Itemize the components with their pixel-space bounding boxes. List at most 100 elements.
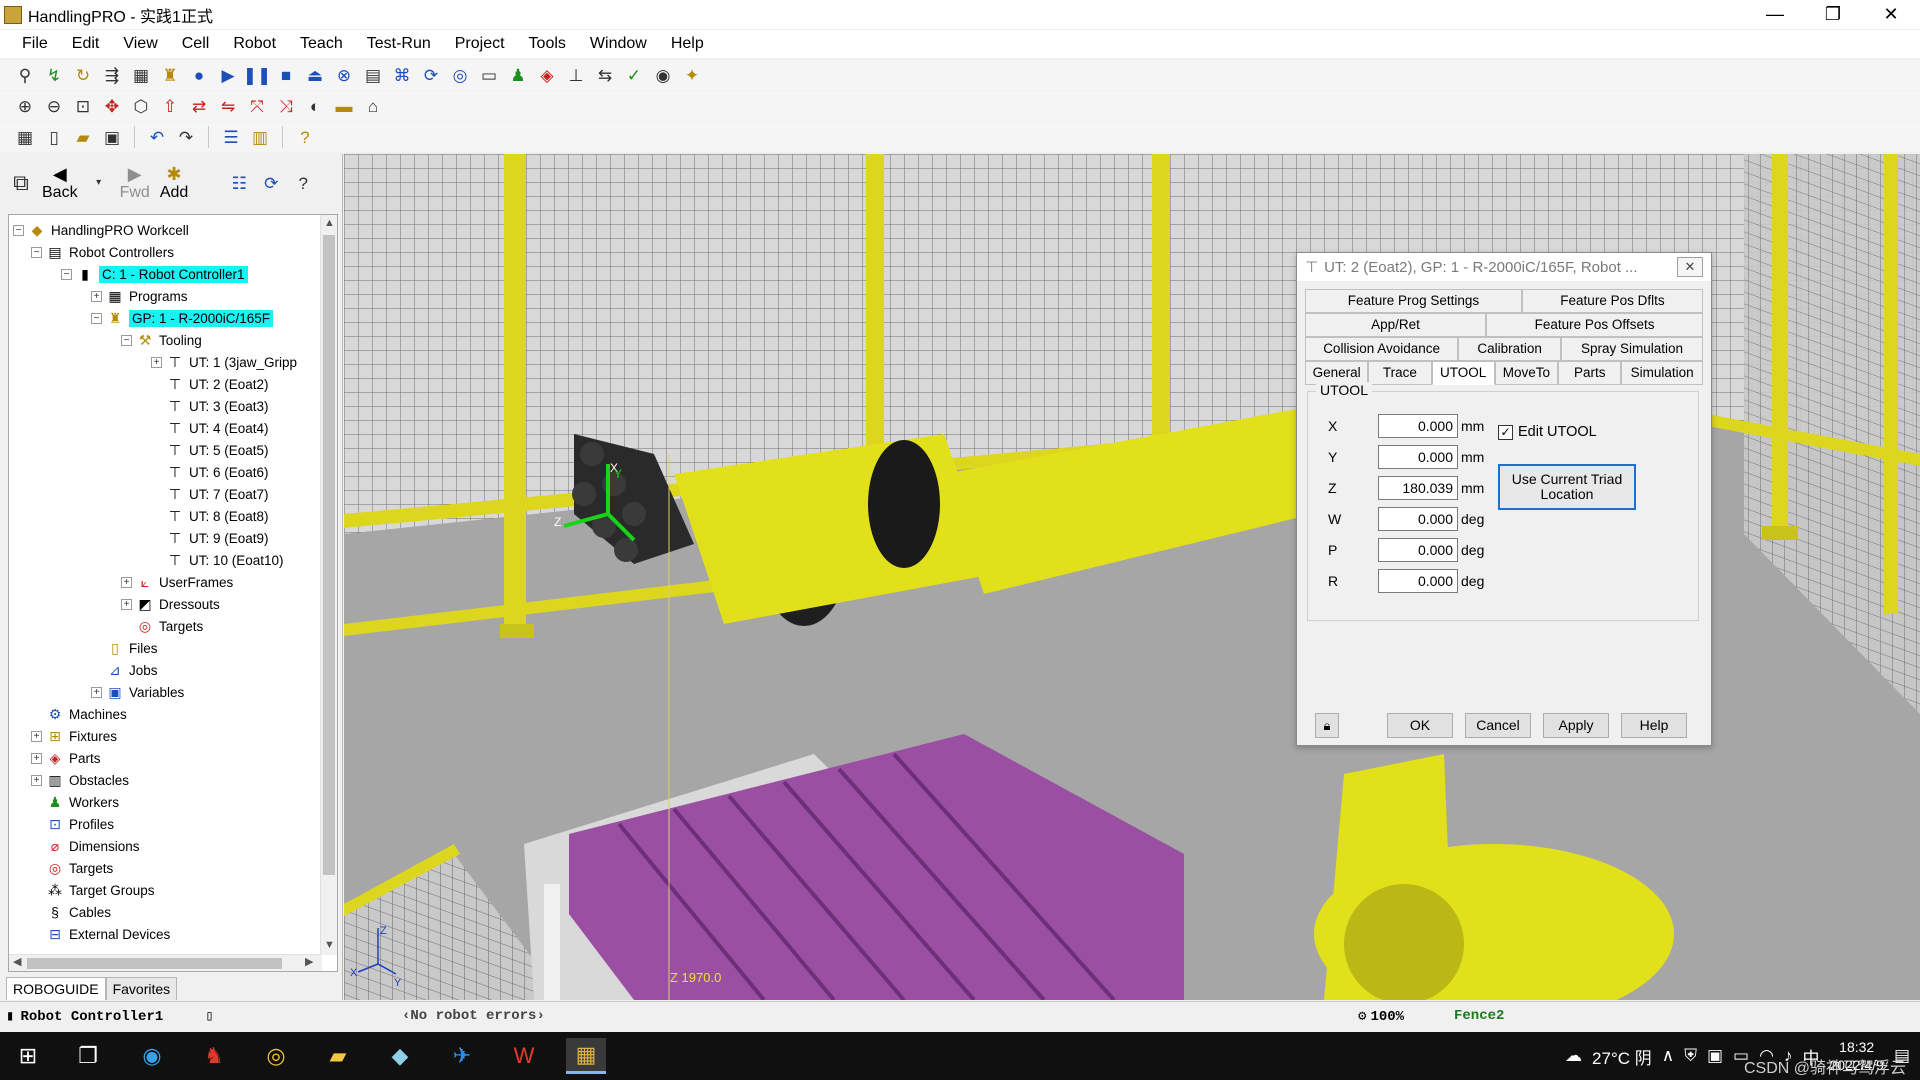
close-window-button[interactable]: ✕ xyxy=(1862,0,1920,29)
tree-item-files[interactable]: ▯ Files xyxy=(91,637,157,659)
tree-item-profiles[interactable]: ⊡ Profiles xyxy=(31,813,114,835)
measure-icon[interactable]: ⊥ xyxy=(565,64,587,86)
tab-spray-simulation[interactable]: Spray Simulation xyxy=(1561,337,1703,361)
apply-button[interactable]: Apply xyxy=(1543,713,1609,738)
task-view-button[interactable]: ❐ xyxy=(68,1038,108,1074)
menu-teach[interactable]: Teach xyxy=(288,35,355,53)
y-input[interactable] xyxy=(1378,445,1458,469)
collapse-icon[interactable]: − xyxy=(91,312,102,324)
zoom-in-icon[interactable]: ⊕ xyxy=(14,95,36,117)
tab-simulation[interactable]: Simulation xyxy=(1621,361,1703,385)
tree-item-tool[interactable]: ⊤ UT: 8 (Eoat8) xyxy=(151,505,269,527)
tree-item-tool[interactable]: ⊤ UT: 9 (Eoat9) xyxy=(151,527,269,549)
status-controller[interactable]: ▮ Robot Controller1 ▯ xyxy=(6,1008,214,1026)
tab-utool[interactable]: UTOOL xyxy=(1431,361,1495,385)
add-point-icon[interactable]: ↯ xyxy=(43,64,65,86)
tree-item-dressouts[interactable]: + ◩ Dressouts xyxy=(121,593,220,615)
tree-item-tool[interactable]: ⊤ UT: 7 (Eoat7) xyxy=(151,483,269,505)
teach-pendant-icon[interactable]: ⚲ xyxy=(14,64,36,86)
tree-item-variables[interactable]: + ▣ Variables xyxy=(91,681,184,703)
tab-app-ret[interactable]: App/Ret xyxy=(1305,313,1487,337)
tree-options-icon[interactable]: ☷ xyxy=(228,172,250,194)
tab-roboguide[interactable]: ROBOGUIDE xyxy=(6,977,106,1000)
robot-icon[interactable]: ♜ xyxy=(159,64,181,86)
browser-help-icon[interactable]: ? xyxy=(292,172,314,194)
refresh-icon[interactable]: ⟳ xyxy=(260,172,282,194)
tree-item-group[interactable]: − ♜ GP: 1 - R-2000iC/165F xyxy=(91,307,274,329)
tree-item-robot-controllers[interactable]: − ▤ Robot Controllers xyxy=(31,241,174,263)
tree-item-userframes[interactable]: + ⟀ UserFrames xyxy=(121,571,233,593)
qq-button[interactable]: ♞ xyxy=(194,1038,234,1074)
tree-item-tool[interactable]: ⊤ UT: 3 (Eoat3) xyxy=(151,395,269,417)
weather-text[interactable]: 27°C 阴 xyxy=(1592,1044,1652,1069)
help-button[interactable]: Help xyxy=(1621,713,1687,738)
menu-cell[interactable]: Cell xyxy=(170,35,222,53)
menu-project[interactable]: Project xyxy=(443,35,517,53)
expand-icon[interactable]: + xyxy=(31,774,42,786)
tab-favorites[interactable]: Favorites xyxy=(105,977,178,1000)
expand-icon[interactable]: + xyxy=(91,290,102,302)
roboguide-button[interactable]: ▦ xyxy=(566,1038,606,1074)
move-to-icon[interactable]: ⇆ xyxy=(594,64,616,86)
monitor-icon[interactable]: ▭ xyxy=(478,64,500,86)
x-input[interactable] xyxy=(1378,414,1458,438)
use-current-triad-location-button[interactable]: Use Current Triad Location xyxy=(1498,464,1636,510)
settings-icon[interactable]: ✦ xyxy=(681,64,703,86)
next-error-icon[interactable]: › xyxy=(536,1008,544,1024)
program-icon[interactable]: ▦ xyxy=(130,64,152,86)
tree-item-targets-gp[interactable]: ◎ Targets xyxy=(121,615,203,637)
menu-view[interactable]: View xyxy=(111,35,169,53)
ok-button[interactable]: OK xyxy=(1387,713,1453,738)
lock-button[interactable]: 🔒︎ xyxy=(1315,713,1339,738)
tree-item-tool[interactable]: ⊤ UT: 10 (Eoat10) xyxy=(151,549,284,571)
tab-feature-prog-settings[interactable]: Feature Prog Settings xyxy=(1305,289,1522,313)
explorer-button[interactable]: ▰ xyxy=(318,1038,358,1074)
scroll-thumb[interactable] xyxy=(27,958,282,969)
check-icon[interactable]: ✓ xyxy=(623,64,645,86)
tab-feature-pos-dflts[interactable]: Feature Pos Dflts xyxy=(1521,289,1703,313)
tab-moveto[interactable]: MoveTo xyxy=(1494,361,1559,385)
collapse-icon[interactable]: − xyxy=(13,224,24,236)
stop-icon[interactable]: ■ xyxy=(275,64,297,86)
frame-icon[interactable]: ⇄ xyxy=(188,95,210,117)
tree-item-tooling[interactable]: − ⚒ Tooling xyxy=(121,329,202,351)
menu-robot[interactable]: Robot xyxy=(221,35,288,53)
edit-utool-checkbox[interactable]: ✓ Edit UTOOL xyxy=(1498,424,1597,440)
target-icon[interactable]: ◎ xyxy=(449,64,471,86)
start-button[interactable]: ⊞ xyxy=(8,1038,48,1074)
touchup-dropdown-icon[interactable]: ⇶ xyxy=(101,64,123,86)
menu-test-run[interactable]: Test-Run xyxy=(355,35,443,53)
tab-calibration[interactable]: Calibration xyxy=(1458,337,1561,361)
tree-item-controller[interactable]: − ▮ C: 1 - Robot Controller1 xyxy=(61,263,248,285)
tree-item-tool[interactable]: + ⊤ UT: 1 (3jaw_Gripp xyxy=(151,351,297,373)
tree-view-icon[interactable]: ☰ xyxy=(220,126,242,148)
tree-vertical-scrollbar[interactable]: ▲ ▼ xyxy=(320,215,337,955)
cancel-button[interactable]: Cancel xyxy=(1465,713,1531,738)
dialog-title-bar[interactable]: ⊤ UT: 2 (Eoat2), GP: 1 - R-2000iC/165F, … xyxy=(1297,253,1711,281)
tree-item-jobs[interactable]: ⊿ Jobs xyxy=(91,659,157,681)
help-icon[interactable]: ? xyxy=(294,126,316,148)
scroll-left-icon[interactable]: ◀ xyxy=(13,955,21,968)
tree-item-tool[interactable]: ⊤ UT: 4 (Eoat4) xyxy=(151,417,269,439)
tree-item-target-groups[interactable]: ⁂ Target Groups xyxy=(31,879,155,901)
expand-icon[interactable]: + xyxy=(31,730,42,742)
tree-item-tool[interactable]: ⊤ UT: 5 (Eoat5) xyxy=(151,439,269,461)
tree-item-tool[interactable]: ⊤ UT: 6 (Eoat6) xyxy=(151,461,269,483)
online-icon[interactable]: ◉ xyxy=(652,64,674,86)
tree-item-machines[interactable]: ⚙ Machines xyxy=(31,703,127,725)
shield-icon[interactable]: ⛨ xyxy=(1684,1046,1697,1066)
pendant-icon[interactable]: ▯ xyxy=(205,1008,213,1025)
open-icon[interactable]: ▰ xyxy=(72,126,94,148)
minimize-button[interactable]: — xyxy=(1746,0,1804,29)
scroll-up-icon[interactable]: ▲ xyxy=(324,217,335,229)
expand-icon[interactable]: + xyxy=(121,598,132,610)
dialog-close-button[interactable]: ✕ xyxy=(1677,257,1703,277)
z-input[interactable] xyxy=(1378,476,1458,500)
pause-icon[interactable]: ❚❚ xyxy=(243,64,272,86)
menu-file[interactable]: File xyxy=(10,35,60,53)
collapse-icon[interactable]: − xyxy=(121,334,132,346)
record-icon[interactable]: ● xyxy=(188,64,210,86)
back-dropdown-icon[interactable]: ▾ xyxy=(88,172,110,194)
expand-icon[interactable]: + xyxy=(91,686,102,698)
tree-item-cables[interactable]: § Cables xyxy=(31,901,111,923)
